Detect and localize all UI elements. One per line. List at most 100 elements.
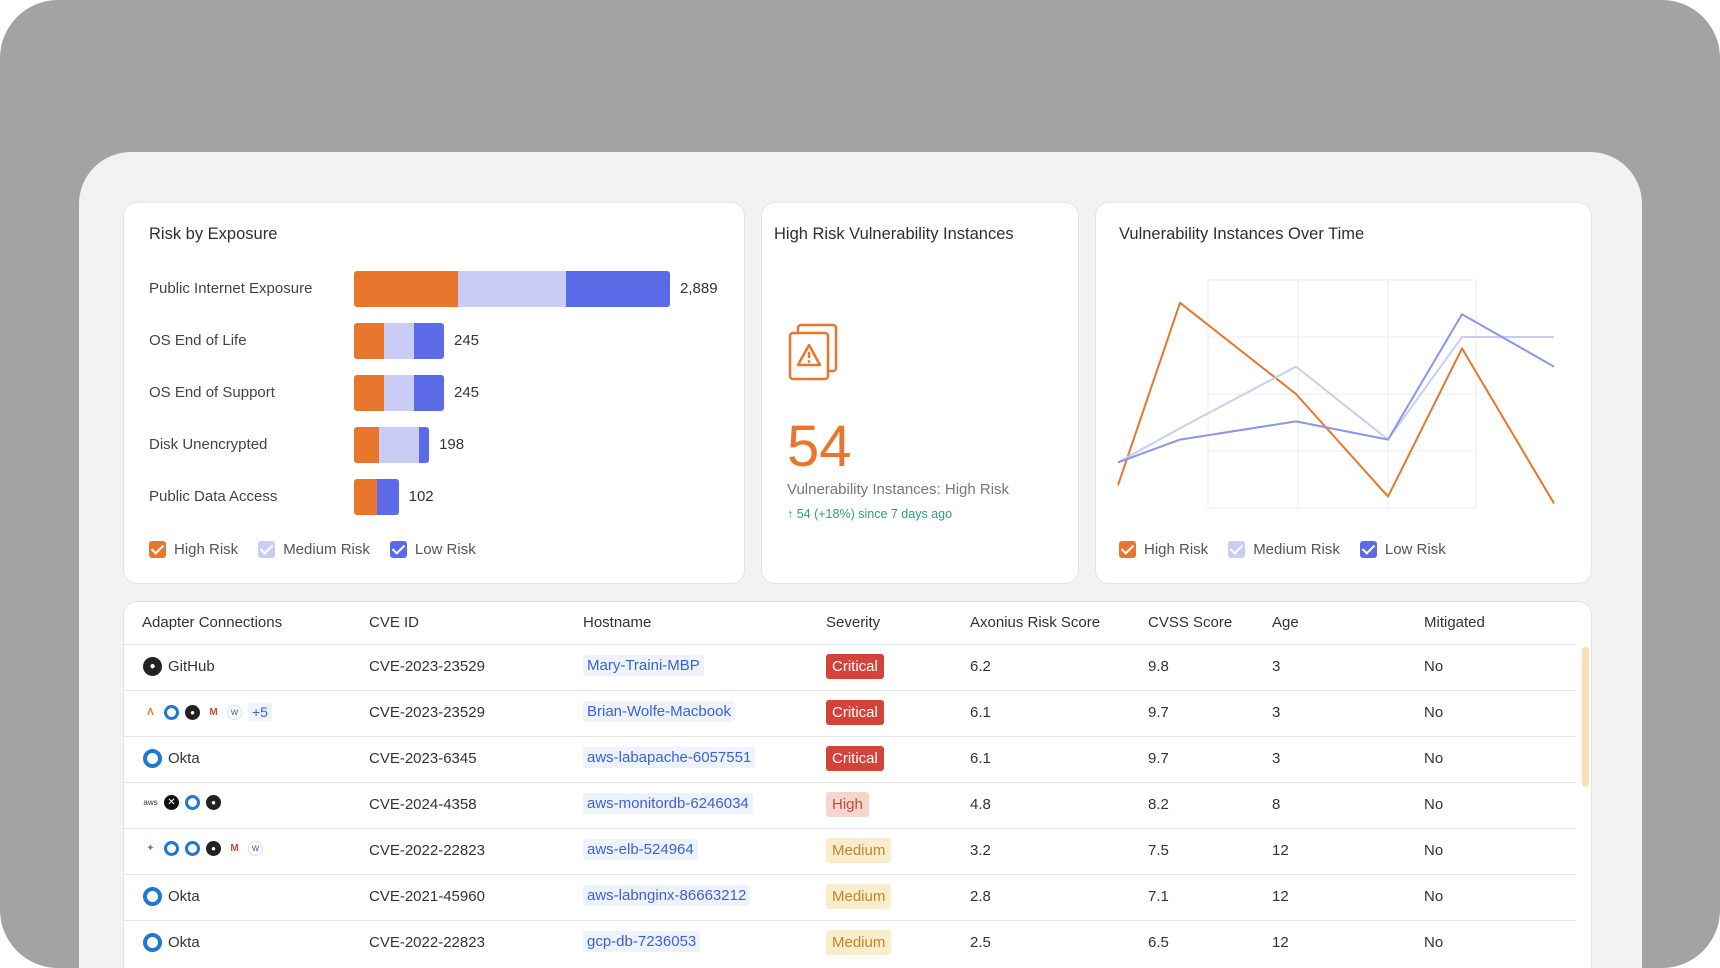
bar-segment-low[interactable]: [565, 271, 670, 307]
bar-segment-low[interactable]: [414, 375, 444, 411]
okta-icon: [143, 749, 162, 768]
legend-low-risk[interactable]: Low Risk: [389, 541, 476, 558]
table-row[interactable]: aws ✕ ● CVE-2024-4358 aws-monitordb-6246034 H…: [124, 782, 1576, 828]
x-icon: ✕: [164, 795, 179, 810]
risk-by-exposure-card: Risk by Exposure Public Internet Exposur…: [123, 202, 745, 584]
alert-stack-icon: [788, 323, 838, 381]
checkbox-icon[interactable]: [1228, 541, 1246, 558]
col-header-age[interactable]: Age: [1272, 614, 1299, 631]
bar-segment-medium[interactable]: [378, 427, 420, 463]
okta-icon: [143, 933, 162, 952]
table-row[interactable]: Okta CVE-2022-22823 gcp-db-7236053 Medium 2.…: [124, 920, 1576, 966]
bar-segment-high[interactable]: [354, 323, 384, 359]
aws-icon: aws: [143, 798, 158, 807]
legend-low-risk[interactable]: Low Risk: [1359, 541, 1446, 558]
exposure-row[interactable]: OS End of Life 245: [149, 323, 729, 359]
high-risk-count: 54: [787, 414, 852, 479]
checkbox-icon[interactable]: [1119, 541, 1136, 558]
checkbox-icon[interactable]: [389, 541, 407, 558]
age: 8: [1272, 796, 1281, 813]
table-row[interactable]: ✦ ● Mw CVE-2022-22823 aws-elb-524964 Medium 3.…: [124, 828, 1576, 874]
cvss-score: 9.7: [1148, 750, 1169, 767]
checkbox-icon[interactable]: [149, 541, 166, 558]
bar-segment-medium[interactable]: [383, 375, 415, 411]
hostname-link[interactable]: Mary-Traini-MBP: [583, 655, 704, 676]
scrollbar[interactable]: [1582, 647, 1589, 787]
severity-badge: Critical: [826, 654, 884, 679]
bar-segment-high[interactable]: [354, 479, 378, 515]
cvss-score: 9.7: [1148, 704, 1169, 721]
table-row[interactable]: Okta CVE-2021-45960 aws-labnginx-86663212 M…: [124, 874, 1576, 920]
cvss-score: 7.5: [1148, 842, 1169, 859]
bar-segment-medium[interactable]: [383, 323, 415, 359]
hostname-link[interactable]: gcp-db-7236053: [583, 931, 701, 952]
hostname-link[interactable]: aws-labnginx-86663212: [583, 885, 751, 906]
table-row[interactable]: ● GitHub CVE-2023-23529 Mary-Traini-MBP Crit…: [124, 644, 1576, 690]
bar-segment-low[interactable]: [377, 479, 399, 515]
exposure-bar[interactable]: [354, 323, 444, 359]
adapter-name: Okta: [168, 934, 200, 951]
github-icon: ●: [206, 795, 221, 810]
bar-segment-low[interactable]: [414, 323, 444, 359]
legend-high-risk[interactable]: High Risk: [149, 541, 238, 558]
col-header-risk-score[interactable]: Axonius Risk Score: [970, 614, 1100, 631]
bar-segment-high[interactable]: [354, 427, 379, 463]
legend-label: Low Risk: [414, 541, 476, 558]
mitigated: No: [1424, 704, 1444, 721]
exposure-value: 245: [454, 332, 480, 349]
bar-segment-high[interactable]: [354, 375, 384, 411]
col-header-cve[interactable]: CVE ID: [369, 614, 419, 631]
cvss-score: 6.5: [1148, 934, 1169, 951]
legend-high-risk[interactable]: High Risk: [1119, 541, 1208, 558]
bar-segment-high[interactable]: [354, 271, 459, 307]
bar-segment-low[interactable]: [419, 427, 430, 463]
col-header-severity[interactable]: Severity: [826, 614, 880, 631]
more-adapters-badge[interactable]: +5: [248, 703, 272, 721]
series-line-medium-risk[interactable]: [1117, 336, 1554, 464]
risk-score: 2.8: [970, 888, 991, 905]
mitigated: No: [1424, 842, 1444, 859]
hostname-link[interactable]: aws-monitordb-6246034: [583, 793, 753, 814]
risk-score: 6.2: [970, 658, 991, 675]
col-header-hostname[interactable]: Hostname: [583, 614, 651, 631]
legend-medium-risk[interactable]: Medium Risk: [1228, 541, 1340, 558]
exposure-bar[interactable]: [354, 479, 399, 515]
hostname-link[interactable]: aws-elb-524964: [583, 839, 698, 860]
series-line-high-risk[interactable]: [1117, 301, 1555, 504]
wiz-icon: w: [248, 841, 263, 856]
adapter-connections[interactable]: Okta: [143, 933, 200, 952]
risk-score: 6.1: [970, 704, 991, 721]
mitigated: No: [1424, 658, 1444, 675]
exposure-row[interactable]: Public Data Access 102: [149, 479, 729, 515]
hostname-link[interactable]: aws-labapache-6057551: [583, 747, 756, 768]
checkbox-icon[interactable]: [258, 541, 276, 558]
bar-segment-medium[interactable]: [458, 271, 566, 307]
adapter-connections[interactable]: Okta: [143, 749, 200, 768]
table-row[interactable]: Okta CVE-2023-6345 aws-labapache-6057551 Cr…: [124, 736, 1576, 782]
exposure-bar[interactable]: [354, 375, 444, 411]
adapter-name: GitHub: [168, 658, 215, 675]
adapter-connections[interactable]: Λ ● Mw +5: [143, 703, 272, 721]
checkbox-icon[interactable]: [1359, 541, 1377, 558]
okta-icon: [164, 841, 179, 856]
exposure-bar[interactable]: [354, 271, 670, 307]
okta-icon: [185, 795, 200, 810]
exposure-row[interactable]: Disk Unencrypted 198: [149, 427, 729, 463]
adapter-connections[interactable]: aws ✕ ●: [143, 795, 221, 810]
adapter-connections[interactable]: ● GitHub: [143, 657, 215, 676]
age: 3: [1272, 658, 1281, 675]
col-header-adapter[interactable]: Adapter Connections: [142, 614, 282, 631]
adapter-connections[interactable]: ✦ ● Mw: [143, 841, 263, 856]
cve-id: CVE-2023-23529: [369, 658, 485, 675]
legend-medium-risk[interactable]: Medium Risk: [258, 541, 370, 558]
col-header-cvss[interactable]: CVSS Score: [1148, 614, 1232, 631]
exposure-row[interactable]: Public Internet Exposure 2,889: [149, 271, 729, 307]
line-chart: [1117, 279, 1555, 509]
adapter-connections[interactable]: Okta: [143, 887, 200, 906]
risk-score: 2.5: [970, 934, 991, 951]
exposure-bar[interactable]: [354, 427, 430, 463]
exposure-row[interactable]: OS End of Support 245: [149, 375, 729, 411]
col-header-mitigated[interactable]: Mitigated: [1424, 614, 1485, 631]
hostname-link[interactable]: Brian-Wolfe-Macbook: [583, 701, 735, 722]
table-row[interactable]: Λ ● Mw +5 CVE-2023-23529 Brian-Wolfe-Macbook C…: [124, 690, 1576, 736]
